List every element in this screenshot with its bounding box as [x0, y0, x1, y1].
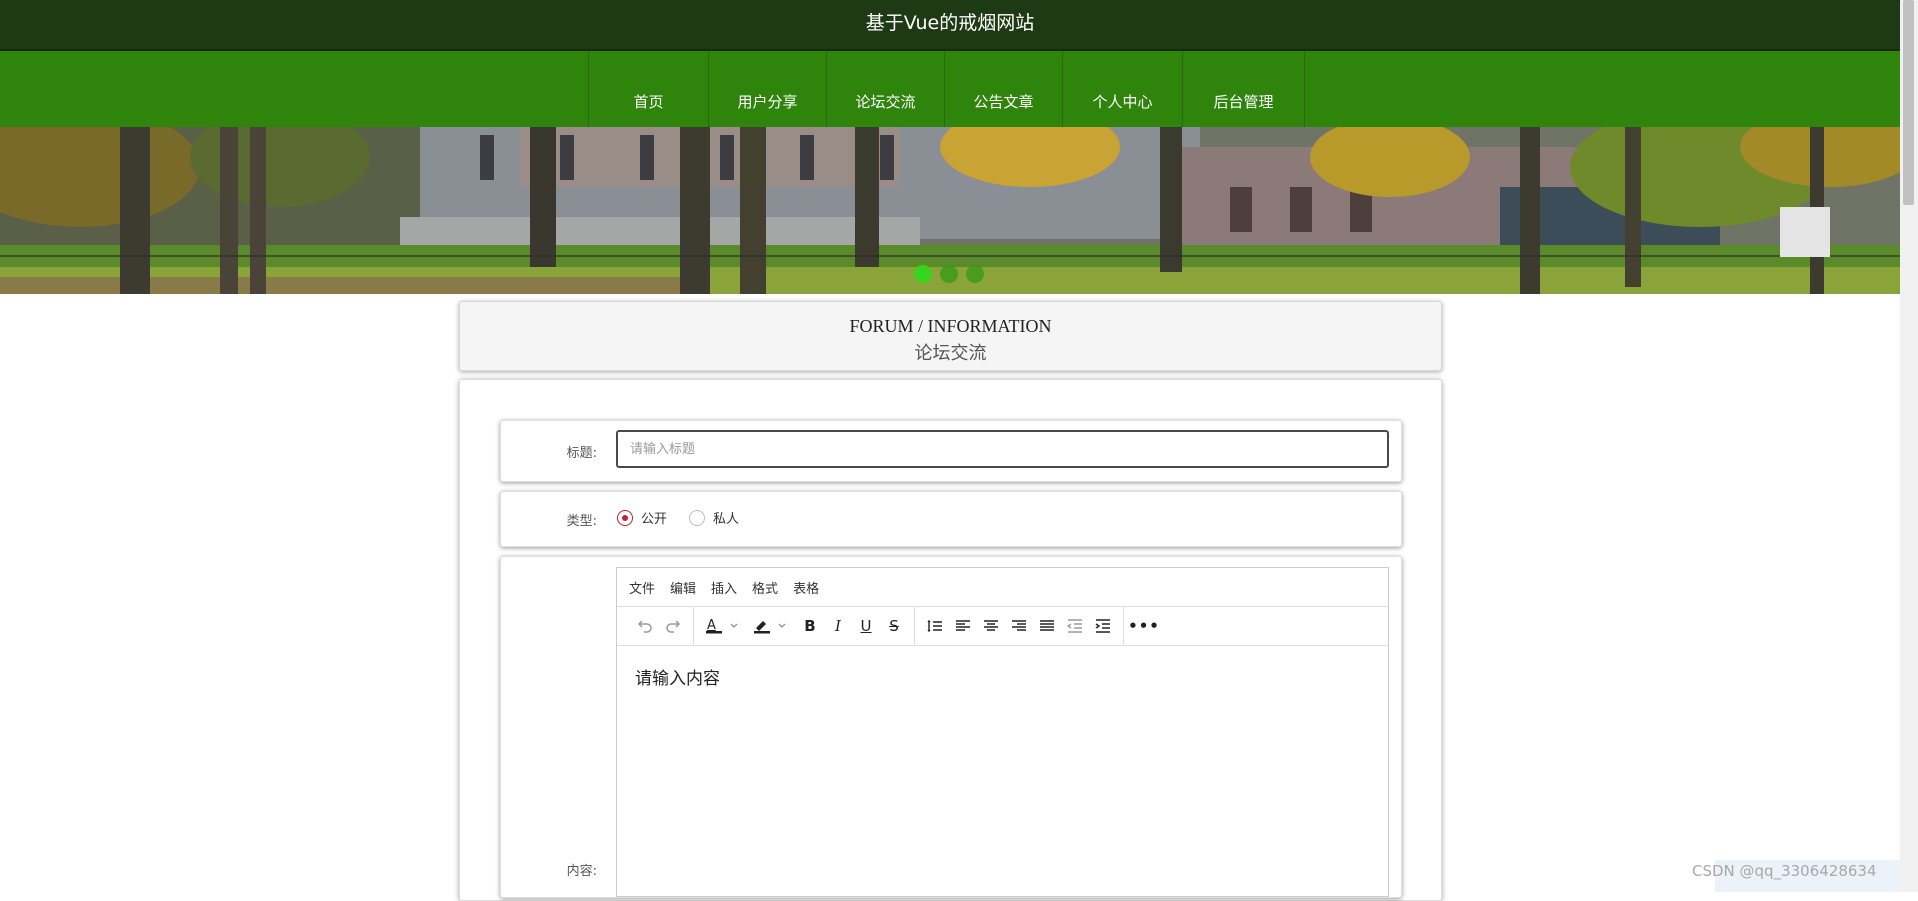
nav-item-personal-center[interactable]: 个人中心 — [1063, 51, 1183, 127]
outdent-icon[interactable] — [1061, 611, 1089, 641]
menu-format[interactable]: 格式 — [752, 578, 778, 597]
page-heading: FORUM / INFORMATION 论坛交流 — [459, 301, 1442, 371]
align-left-icon[interactable] — [949, 611, 977, 641]
align-center-icon[interactable] — [977, 611, 1005, 641]
radio-unchecked-icon — [689, 509, 706, 526]
rich-text-editor: 文件 编辑 插入 格式 表格 A B I U S ••• 请输入内容 — [616, 567, 1389, 897]
menu-file[interactable]: 文件 — [629, 578, 655, 597]
page-scrollbar[interactable] — [1900, 0, 1918, 892]
forum-post-form: 标题: 类型: 公开 私人 内容: 文件 编辑 插入 格式 表格 — [459, 379, 1442, 901]
editor-menubar: 文件 编辑 插入 格式 表格 — [617, 568, 1388, 607]
indent-icon[interactable] — [1089, 611, 1117, 641]
text-color-icon[interactable]: A — [700, 611, 748, 641]
title-label: 标题: — [566, 446, 597, 461]
watermark: CSDN @qq_3306428634 — [1692, 862, 1877, 880]
type-radio-public[interactable]: 公开 — [617, 508, 667, 527]
nav-item-user-share[interactable]: 用户分享 — [709, 51, 827, 127]
menu-edit[interactable]: 编辑 — [670, 578, 696, 597]
strikethrough-icon[interactable]: S — [880, 611, 908, 641]
alignment-group — [915, 607, 1124, 645]
type-radio-group: 公开 私人 — [617, 508, 761, 527]
carousel-dot-1[interactable] — [914, 265, 932, 283]
nav-item-forum[interactable]: 论坛交流 — [827, 51, 945, 127]
type-label: 类型: — [566, 514, 597, 529]
type-radio-public-label: 公开 — [641, 512, 668, 527]
title-input[interactable] — [616, 430, 1389, 468]
text-style-group: A B I U S — [694, 607, 915, 645]
carousel-indicators — [914, 265, 984, 283]
editor-toolbar: A B I U S ••• — [617, 607, 1388, 646]
align-right-icon[interactable] — [1005, 611, 1033, 641]
carousel-dot-3[interactable] — [966, 265, 984, 283]
nav-item-home[interactable]: 首页 — [589, 51, 709, 127]
undo-icon[interactable] — [631, 611, 659, 641]
content-field-row: 内容: 文件 编辑 插入 格式 表格 A B I U S ••• 请输入内容 — [500, 556, 1402, 898]
scrollbar-thumb[interactable] — [1903, 0, 1914, 205]
highlight-color-icon[interactable] — [748, 611, 796, 641]
line-height-icon[interactable] — [921, 611, 949, 641]
menu-table[interactable]: 表格 — [793, 578, 819, 597]
italic-icon[interactable]: I — [824, 611, 852, 641]
menu-insert[interactable]: 插入 — [711, 578, 737, 597]
nav-item-admin[interactable]: 后台管理 — [1183, 51, 1305, 127]
nav-list: 首页 用户分享 论坛交流 公告文章 个人中心 后台管理 — [588, 51, 1305, 127]
page-heading-chinese: 论坛交流 — [914, 343, 987, 363]
editor-content-area[interactable]: 请输入内容 — [617, 646, 1388, 707]
svg-text:A: A — [707, 618, 716, 633]
history-group — [625, 607, 694, 645]
site-header: 基于Vue的戒烟网站 — [0, 0, 1900, 51]
editor-placeholder: 请输入内容 — [635, 669, 720, 689]
align-justify-icon[interactable] — [1033, 611, 1061, 641]
page-heading-english: FORUM / INFORMATION — [849, 316, 1052, 336]
underline-icon[interactable]: U — [852, 611, 880, 641]
type-radio-private-label: 私人 — [713, 512, 740, 527]
radio-checked-icon — [617, 509, 633, 526]
main-nav: 首页 用户分享 论坛交流 公告文章 个人中心 后台管理 — [0, 51, 1900, 127]
carousel-dot-2[interactable] — [940, 265, 958, 283]
site-title: 基于Vue的戒烟网站 — [865, 12, 1035, 34]
type-radio-private[interactable]: 私人 — [689, 508, 739, 527]
title-field-row: 标题: — [500, 420, 1402, 482]
bold-icon[interactable]: B — [796, 611, 824, 641]
nav-item-announcements[interactable]: 公告文章 — [945, 51, 1063, 127]
redo-icon[interactable] — [659, 611, 687, 641]
content-label: 内容: — [566, 864, 597, 879]
more-icon[interactable]: ••• — [1128, 611, 1159, 641]
type-field-row: 类型: 公开 私人 — [500, 491, 1402, 547]
more-group: ••• — [1124, 607, 1164, 645]
